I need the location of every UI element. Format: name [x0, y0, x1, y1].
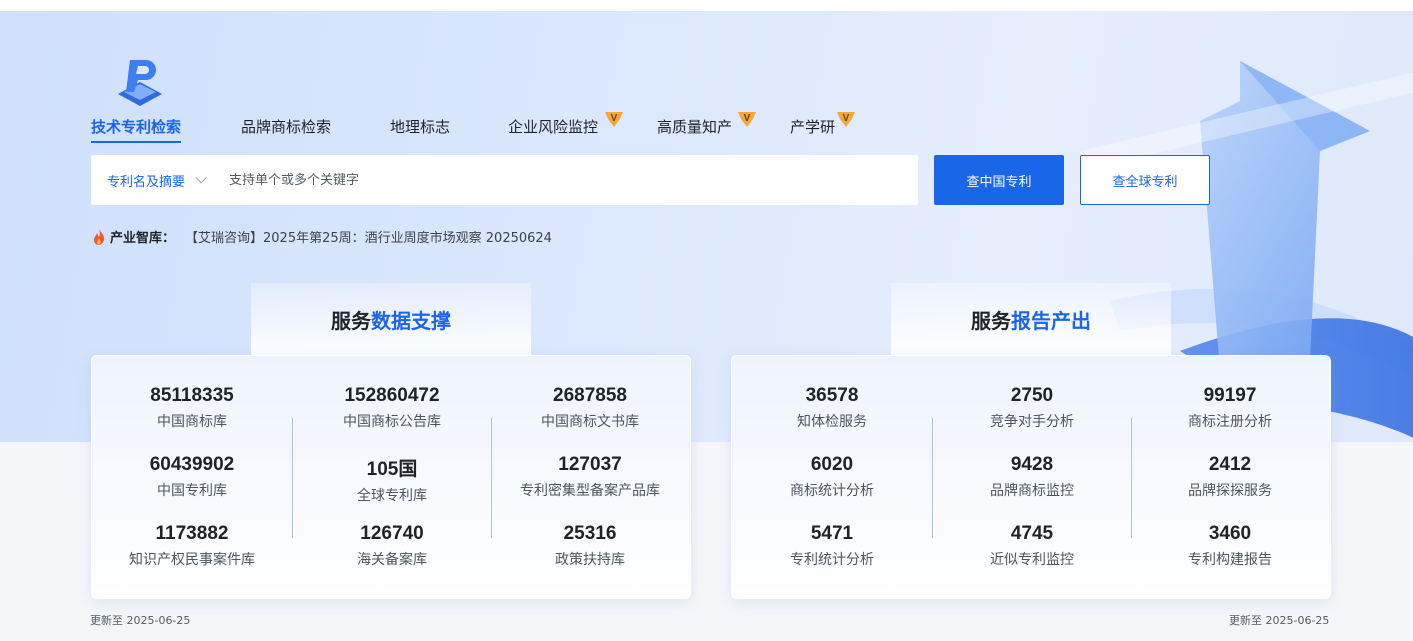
tab-label: 高质量知产 — [657, 118, 733, 136]
heading-blue: 数据支撑 — [371, 308, 451, 333]
stat-label: 中国专利库 — [157, 483, 227, 499]
stat-item: 1173882 知识产权民事案件库 — [92, 523, 292, 569]
stat-label: 近似专利监控 — [990, 552, 1074, 568]
stat-item: 9428 品牌商标监控 — [932, 454, 1132, 500]
tab-label: 企业风险监控 — [508, 118, 599, 136]
search-scope-label: 专利名及摘要 — [107, 174, 186, 190]
heading-blue: 报告产出 — [1011, 308, 1091, 333]
stat-label: 中国商标文书库 — [541, 414, 639, 430]
stat-item: 60439902 中国专利库 — [92, 454, 292, 500]
stat-value: 5471 — [810, 523, 854, 544]
stat-value: 6020 — [810, 454, 854, 475]
stat-item: 6020 商标统计分析 — [732, 454, 932, 500]
stat-item: 105国全球专利库 — [292, 454, 492, 505]
vip-badge-text: V — [843, 113, 850, 124]
news-link[interactable]: 【艾瑞咨询】2025年第25周：酒行业周度市场观察 20250624 — [185, 227, 552, 246]
heading-dark: 服务 — [971, 308, 1011, 333]
tab-high-quality-ip[interactable]: 高质量知产 V — [657, 112, 756, 137]
stat-value: 36578 — [805, 385, 859, 406]
report-output-heading: 服务 报告产出 — [891, 283, 1171, 355]
stat-item: 36578 知体检服务 — [732, 385, 932, 431]
stat-value: 4745 — [1010, 523, 1054, 544]
stat-label: 专利密集型备案产品库 — [520, 483, 660, 499]
stat-value: 3460 — [1208, 523, 1252, 544]
stat-value: 152860472 — [344, 385, 440, 406]
search-global-patent-button[interactable]: 查全球专利 — [1080, 155, 1210, 205]
data-support-panel: 85118335 中国商标库 152860472 中国商标公告库 2687858 中国… — [91, 355, 691, 599]
chevron-down-icon — [195, 172, 207, 184]
stat-label: 知体检服务 — [797, 414, 867, 430]
stat-label: 全球专利库 — [357, 488, 427, 504]
news-label: 产业智库： — [110, 231, 176, 246]
stat-value: 99197 — [1203, 385, 1257, 406]
tab-patent-search[interactable]: 技术专利检索 — [91, 116, 182, 143]
stat-value: 2412 — [1208, 454, 1252, 475]
stat-label: 专利统计分析 — [790, 552, 874, 568]
top-bar — [0, 0, 1413, 11]
stat-label: 商标统计分析 — [790, 483, 874, 499]
tab-label: 产学研 — [790, 118, 836, 136]
data-support-heading: 服务 数据支撑 — [251, 283, 531, 355]
search-scope-select[interactable]: 专利名及摘要 — [107, 171, 207, 190]
stat-label: 政策扶持库 — [555, 552, 625, 568]
stat-label: 商标注册分析 — [1188, 414, 1272, 430]
stat-value: 126740 — [360, 523, 424, 544]
stat-value: 127037 — [558, 454, 622, 475]
stat-label: 品牌探探服务 — [1188, 483, 1272, 499]
industry-news: 产业智库： 【艾瑞咨询】2025年第25周：酒行业周度市场观察 20250624 — [92, 227, 552, 246]
tab-label: 技术专利检索 — [91, 118, 182, 136]
stat-item: 5471 专利统计分析 — [732, 523, 932, 569]
stat-label: 知识产权民事案件库 — [129, 552, 255, 568]
search-box: 专利名及摘要 — [91, 155, 918, 205]
vip-badge-text: V — [744, 113, 751, 124]
tab-geographical-indication[interactable]: 地理标志 — [390, 116, 450, 137]
stat-label: 品牌商标监控 — [990, 483, 1074, 499]
stat-item: 4745 近似专利监控 — [932, 523, 1132, 569]
left-updated-date: 更新至 2025-06-25 — [90, 614, 191, 627]
stat-item: 25316 政策扶持库 — [490, 523, 690, 569]
stat-value: 105国 — [366, 459, 418, 480]
vip-badge-icon: V — [738, 112, 756, 127]
report-output-panel: 36578 知体检服务 2750 竞争对手分析 99197 商标注册分析 6020 商标… — [731, 355, 1331, 599]
stat-label: 专利构建报告 — [1188, 552, 1272, 568]
stat-item: 2750 竞争对手分析 — [932, 385, 1132, 431]
stat-item: 127037 专利密集型备案产品库 — [490, 454, 690, 500]
stat-value: 1173882 — [155, 523, 229, 544]
stat-item: 2412 品牌探探服务 — [1130, 454, 1330, 500]
tab-industry-academia[interactable]: 产学研 V — [790, 112, 855, 137]
search-china-patent-button[interactable]: 查中国专利 — [934, 155, 1064, 205]
stat-value: 2750 — [1010, 385, 1054, 406]
stat-item: 2687858 中国商标文书库 — [490, 385, 690, 431]
vip-badge-icon: V — [605, 112, 623, 127]
heading-dark: 服务 — [331, 308, 371, 333]
stat-label: 竞争对手分析 — [990, 414, 1074, 430]
vip-badge-icon: V — [837, 112, 855, 127]
flame-icon — [94, 228, 105, 245]
stat-value: 25316 — [563, 523, 617, 544]
right-updated-date: 更新至 2025-06-25 — [1229, 614, 1330, 627]
search-input[interactable] — [229, 172, 830, 188]
stat-item: 85118335 中国商标库 — [92, 385, 292, 431]
tab-label: 品牌商标检索 — [241, 118, 332, 136]
stat-label: 海关备案库 — [357, 552, 427, 568]
vip-badge-text: V — [611, 113, 618, 124]
stat-value: 9428 — [1010, 454, 1054, 475]
stat-value: 2687858 — [553, 385, 627, 406]
stat-item: 3460 专利构建报告 — [1130, 523, 1330, 569]
tab-enterprise-risk[interactable]: 企业风险监控 V — [508, 112, 623, 137]
stat-item: 126740 海关备案库 — [292, 523, 492, 569]
tab-trademark-search[interactable]: 品牌商标检索 — [241, 116, 331, 137]
patent-logo-icon — [118, 60, 162, 106]
stat-value: 85118335 — [150, 385, 234, 406]
stat-value: 60439902 — [149, 454, 235, 475]
stat-item: 152860472 中国商标公告库 — [292, 385, 492, 431]
stat-label: 中国商标公告库 — [343, 414, 441, 430]
tab-label: 地理标志 — [390, 118, 451, 136]
stat-label: 中国商标库 — [157, 414, 227, 430]
stat-item: 99197 商标注册分析 — [1130, 385, 1330, 431]
